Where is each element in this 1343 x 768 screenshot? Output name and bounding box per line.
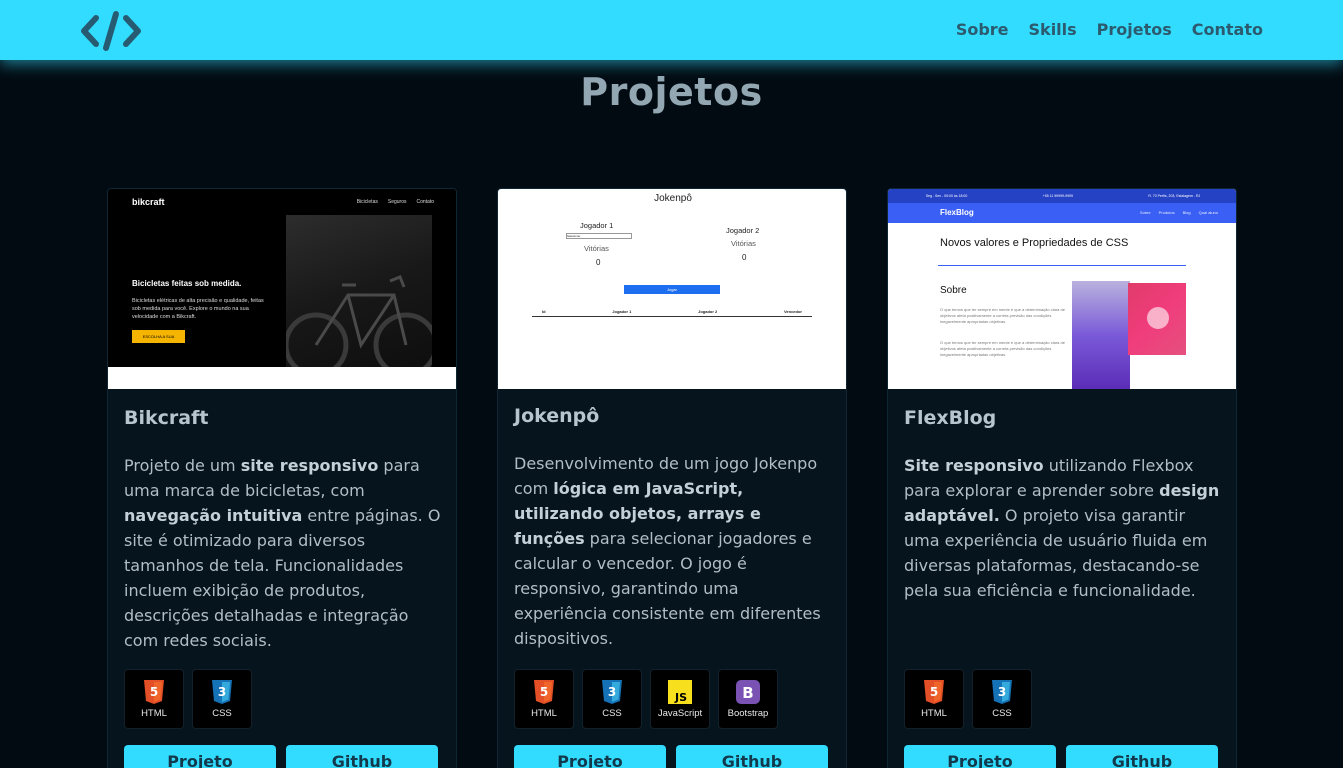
tech-label: CSS: [212, 707, 232, 719]
tech-label: HTML: [141, 707, 167, 719]
github-link-button[interactable]: Github: [286, 745, 438, 768]
project-thumbnail: Seg - Sex - 09:00 às 18:00 +55 11 99999-…: [888, 189, 1236, 389]
css3-icon: 3: [212, 679, 232, 704]
site-header: Sobre Skills Projetos Contato: [0, 0, 1343, 60]
thumb-photo-pink: [1128, 283, 1186, 355]
thumb-navbar: FlexBlog Sobre Produtos Blog Qual aluno: [888, 203, 1236, 223]
tech-label: Bootstrap: [727, 707, 769, 719]
svg-text:3: 3: [998, 685, 1006, 699]
thumb-play-button: Jogar: [624, 285, 720, 294]
project-thumbnail: bikcraft Bicicletas Seguros Contato Bici…: [108, 189, 456, 389]
thumb-select: Selecione: [566, 233, 632, 239]
thumb-table-header: Id Jogador 1 Jogador 2 Vencedor: [532, 309, 812, 317]
thumb-topbar: Seg - Sex - 09:00 às 18:00 +55 11 99999-…: [888, 189, 1236, 203]
tech-label: CSS: [602, 707, 622, 719]
tech-label: HTML: [531, 707, 557, 719]
thumb-hero-text: Bicicletas elétricas de alta precisão e …: [132, 298, 264, 320]
project-description: Site responsivo utilizando Flexbox para …: [904, 456, 1220, 600]
tech-html: 5 HTML: [514, 669, 574, 729]
svg-text:JS: JS: [674, 691, 687, 704]
thumb-score2: 0: [742, 253, 747, 262]
bootstrap-icon: B: [736, 679, 760, 704]
thumb-hero-title: Bicicletas feitas sob medida.: [132, 279, 242, 288]
html5-icon: 5: [924, 679, 944, 704]
svg-text:5: 5: [540, 685, 548, 699]
thumb-brand: bikcraft: [132, 197, 165, 207]
thumb-subheading: Sobre: [940, 285, 967, 296]
project-buttons: Projeto Github: [124, 745, 438, 768]
html5-icon: 5: [534, 679, 554, 704]
svg-text:3: 3: [608, 685, 616, 699]
project-card-bikcraft: bikcraft Bicicletas Seguros Contato Bici…: [107, 188, 457, 768]
thumb-paragraph: O que temos que ter sempre em mente é qu…: [940, 307, 1065, 324]
tech-css: 3 CSS: [972, 669, 1032, 729]
project-title: Jokenpô: [514, 405, 600, 427]
thumb-divider: [938, 265, 1186, 266]
thumb-nav-item: Bicicletas: [356, 199, 378, 205]
nav-link-skills[interactable]: Skills: [1029, 20, 1077, 39]
project-title: Bikcraft: [124, 407, 209, 429]
thumb-wins1: Vitórias: [584, 244, 609, 253]
thumb-nav: Bicicletas Seguros Contato: [357, 199, 434, 205]
project-link-button[interactable]: Projeto: [904, 745, 1056, 768]
nav-link-projetos[interactable]: Projetos: [1097, 20, 1172, 39]
tech-label: HTML: [921, 707, 947, 719]
section-title: Projetos: [580, 70, 763, 114]
tech-list: 5 HTML 3 CSS JS JavaScript B Bootstrap: [514, 669, 778, 729]
tech-css: 3 CSS: [582, 669, 642, 729]
project-description: Projeto de um site responsivo para uma m…: [124, 456, 441, 650]
tech-bootstrap: B Bootstrap: [718, 669, 778, 729]
tech-label: JavaScript: [657, 707, 703, 719]
project-link-button[interactable]: Projeto: [124, 745, 276, 768]
tech-html: 5 HTML: [904, 669, 964, 729]
svg-text:5: 5: [150, 685, 158, 699]
tech-list: 5 HTML 3 CSS: [124, 669, 252, 729]
tech-javascript: JS JavaScript: [650, 669, 710, 729]
nav-link-contato[interactable]: Contato: [1192, 20, 1263, 39]
project-title: FlexBlog: [904, 407, 997, 429]
thumb-nav-item: Contato: [416, 199, 434, 205]
project-link-button[interactable]: Projeto: [514, 745, 666, 768]
thumb-wins2: Vitórias: [731, 239, 756, 248]
main-nav: Sobre Skills Projetos Contato: [956, 20, 1263, 39]
tech-css: 3 CSS: [192, 669, 252, 729]
thumb-score1: 0: [596, 258, 601, 267]
tech-list: 5 HTML 3 CSS: [904, 669, 1032, 729]
thumb-heading: Novos valores e Propriedades de CSS: [940, 237, 1129, 249]
svg-text:B: B: [742, 684, 753, 702]
css3-icon: 3: [602, 679, 622, 704]
javascript-icon: JS: [668, 679, 692, 704]
thumb-nav: Sobre Produtos Blog Qual aluno: [1139, 210, 1218, 215]
project-buttons: Projeto Github: [514, 745, 828, 768]
thumb-nav-item: Seguros: [387, 199, 407, 205]
project-thumbnail: Jokenpô Jogador 1 Selecione Vitórias 0 J…: [498, 189, 846, 389]
thumb-paragraph: O que temos que ter sempre em mente é qu…: [940, 340, 1065, 357]
project-description: Desenvolvimento de um jogo Jokenpo com l…: [514, 454, 821, 648]
github-link-button[interactable]: Github: [1066, 745, 1218, 768]
bike-photo: [283, 215, 439, 389]
svg-text:3: 3: [218, 685, 226, 699]
tech-label: CSS: [992, 707, 1012, 719]
github-link-button[interactable]: Github: [676, 745, 828, 768]
thumb-brand: FlexBlog: [940, 208, 974, 217]
thumb-player2: Jogador 2: [726, 226, 760, 235]
nav-link-sobre[interactable]: Sobre: [956, 20, 1009, 39]
thumb-title: Jokenpô: [654, 193, 692, 204]
css3-icon: 3: [992, 679, 1012, 704]
code-brackets-icon[interactable]: [80, 10, 142, 52]
thumb-player1: Jogador 1: [580, 221, 614, 230]
svg-text:5: 5: [930, 685, 938, 699]
thumb-cta: ESCOLHA A SUA: [132, 330, 185, 343]
project-buttons: Projeto Github: [904, 745, 1218, 768]
project-card-jokenpo: Jokenpô Jogador 1 Selecione Vitórias 0 J…: [497, 188, 847, 768]
html5-icon: 5: [144, 679, 164, 704]
thumb-footer-strip: [108, 367, 456, 389]
thumb-photo-person: [1072, 281, 1130, 389]
project-card-flexblog: Seg - Sex - 09:00 às 18:00 +55 11 99999-…: [887, 188, 1237, 768]
tech-html: 5 HTML: [124, 669, 184, 729]
